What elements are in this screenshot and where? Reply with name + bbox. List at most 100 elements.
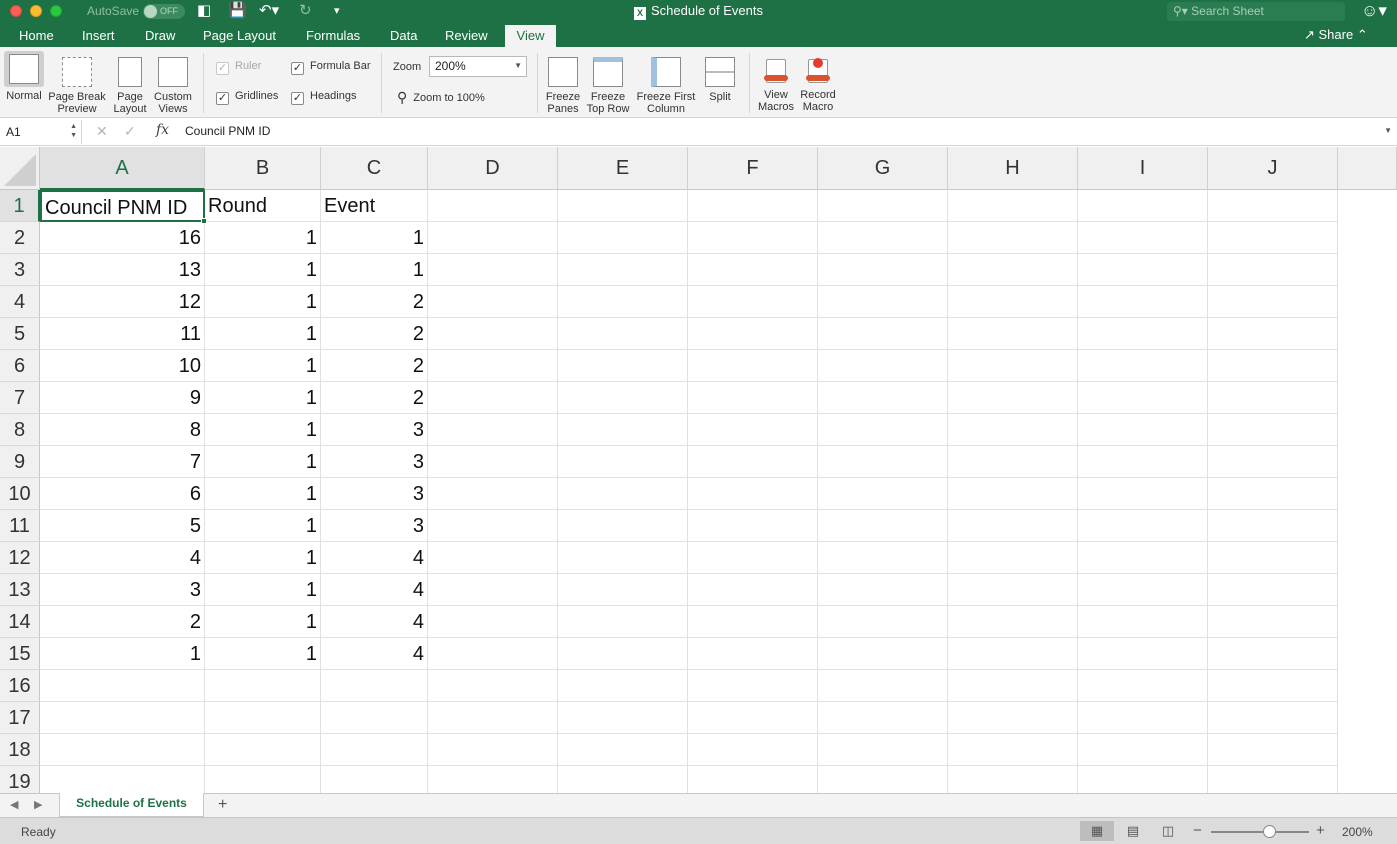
row-header-6[interactable]: 6 [0,350,40,382]
cell-g5[interactable] [818,318,948,350]
freeze-top-row-button[interactable]: Freeze Top Row [586,51,630,115]
cell-b19[interactable] [205,766,321,793]
cell-e5[interactable] [558,318,688,350]
cell-h19[interactable] [948,766,1078,793]
cell-d6[interactable] [428,350,558,382]
row-header-10[interactable]: 10 [0,478,40,510]
cell-i10[interactable] [1078,478,1208,510]
cell-e6[interactable] [558,350,688,382]
cell-c12[interactable]: 4 [321,542,428,574]
cell-d3[interactable] [428,254,558,286]
cell-a3[interactable]: 13 [40,254,205,286]
cell-i14[interactable] [1078,606,1208,638]
ruler-checkbox[interactable]: ✓ Ruler [216,60,261,75]
page-layout-status-icon[interactable]: ▤ [1116,821,1150,841]
cell-f5[interactable] [688,318,818,350]
cell-i3[interactable] [1078,254,1208,286]
cell-e4[interactable] [558,286,688,318]
cell-h18[interactable] [948,734,1078,766]
cell-d4[interactable] [428,286,558,318]
cell-b3[interactable]: 1 [205,254,321,286]
cell-g15[interactable] [818,638,948,670]
tab-review[interactable]: Review [445,28,488,43]
cell-j3[interactable] [1208,254,1338,286]
cell-a12[interactable]: 4 [40,542,205,574]
cancel-formula-icon[interactable]: ✕ [96,123,108,140]
zoom-percentage[interactable]: 200% [1342,825,1373,839]
cell-b9[interactable]: 1 [205,446,321,478]
cell-f12[interactable] [688,542,818,574]
cell-i19[interactable] [1078,766,1208,793]
cell-b10[interactable]: 1 [205,478,321,510]
cell-d5[interactable] [428,318,558,350]
cell-e1[interactable] [558,190,688,222]
cell-c4[interactable]: 2 [321,286,428,318]
cell-j8[interactable] [1208,414,1338,446]
column-header-h[interactable]: H [948,147,1078,190]
cell-j7[interactable] [1208,382,1338,414]
cell-e19[interactable] [558,766,688,793]
confirm-formula-icon[interactable]: ✓ [124,123,136,140]
freeze-first-column-button[interactable]: Freeze First Column [635,51,697,115]
cell-i17[interactable] [1078,702,1208,734]
cell-f14[interactable] [688,606,818,638]
cell-d8[interactable] [428,414,558,446]
cell-b12[interactable]: 1 [205,542,321,574]
cell-i4[interactable] [1078,286,1208,318]
cell-h14[interactable] [948,606,1078,638]
cell-h11[interactable] [948,510,1078,542]
cell-g1[interactable] [818,190,948,222]
cell-e17[interactable] [558,702,688,734]
cell-f13[interactable] [688,574,818,606]
page-break-status-icon[interactable]: ◫ [1151,821,1185,841]
cell-a15[interactable]: 1 [40,638,205,670]
cell-d16[interactable] [428,670,558,702]
cell-b2[interactable]: 1 [205,222,321,254]
cell-e15[interactable] [558,638,688,670]
row-header-17[interactable]: 17 [0,702,40,734]
cell-b13[interactable]: 1 [205,574,321,606]
cell-h7[interactable] [948,382,1078,414]
column-header-i[interactable]: I [1078,147,1208,190]
cell-i12[interactable] [1078,542,1208,574]
cell-d15[interactable] [428,638,558,670]
cell-h2[interactable] [948,222,1078,254]
row-header-8[interactable]: 8 [0,414,40,446]
cell-i1[interactable] [1078,190,1208,222]
cell-b4[interactable]: 1 [205,286,321,318]
row-header-12[interactable]: 12 [0,542,40,574]
custom-views-button[interactable]: Custom Views [152,51,194,115]
cell-a1[interactable]: Council PNM ID [40,190,207,224]
cell-j2[interactable] [1208,222,1338,254]
worksheet-grid[interactable]: ABCDEFGHIJ 1 2 3 4 5 6 7 8 9 10 11 12 13 14 15 16 17 18 19… [0,147,1397,793]
cell-c15[interactable]: 4 [321,638,428,670]
cell-c19[interactable] [321,766,428,793]
cell-h16[interactable] [948,670,1078,702]
cell-h5[interactable] [948,318,1078,350]
row-header-16[interactable]: 16 [0,670,40,702]
cell-f18[interactable] [688,734,818,766]
cell-a7[interactable]: 9 [40,382,205,414]
cell-e8[interactable] [558,414,688,446]
formula-bar-checkbox[interactable]: ✓ Formula Bar [291,60,371,75]
cell-j4[interactable] [1208,286,1338,318]
cell-f19[interactable] [688,766,818,793]
cell-d7[interactable] [428,382,558,414]
cell-e9[interactable] [558,446,688,478]
cell-b16[interactable] [205,670,321,702]
cell-j19[interactable] [1208,766,1338,793]
cell-h13[interactable] [948,574,1078,606]
cell-h10[interactable] [948,478,1078,510]
sheet-tab-schedule-of-events[interactable]: Schedule of Events [59,793,204,817]
cell-f10[interactable] [688,478,818,510]
cell-c5[interactable]: 2 [321,318,428,350]
cell-c11[interactable]: 3 [321,510,428,542]
cell-c3[interactable]: 1 [321,254,428,286]
tab-view[interactable]: View [505,25,556,47]
cell-j9[interactable] [1208,446,1338,478]
cell-f3[interactable] [688,254,818,286]
cell-i7[interactable] [1078,382,1208,414]
cell-e3[interactable] [558,254,688,286]
row-header-2[interactable]: 2 [0,222,40,254]
cell-c18[interactable] [321,734,428,766]
